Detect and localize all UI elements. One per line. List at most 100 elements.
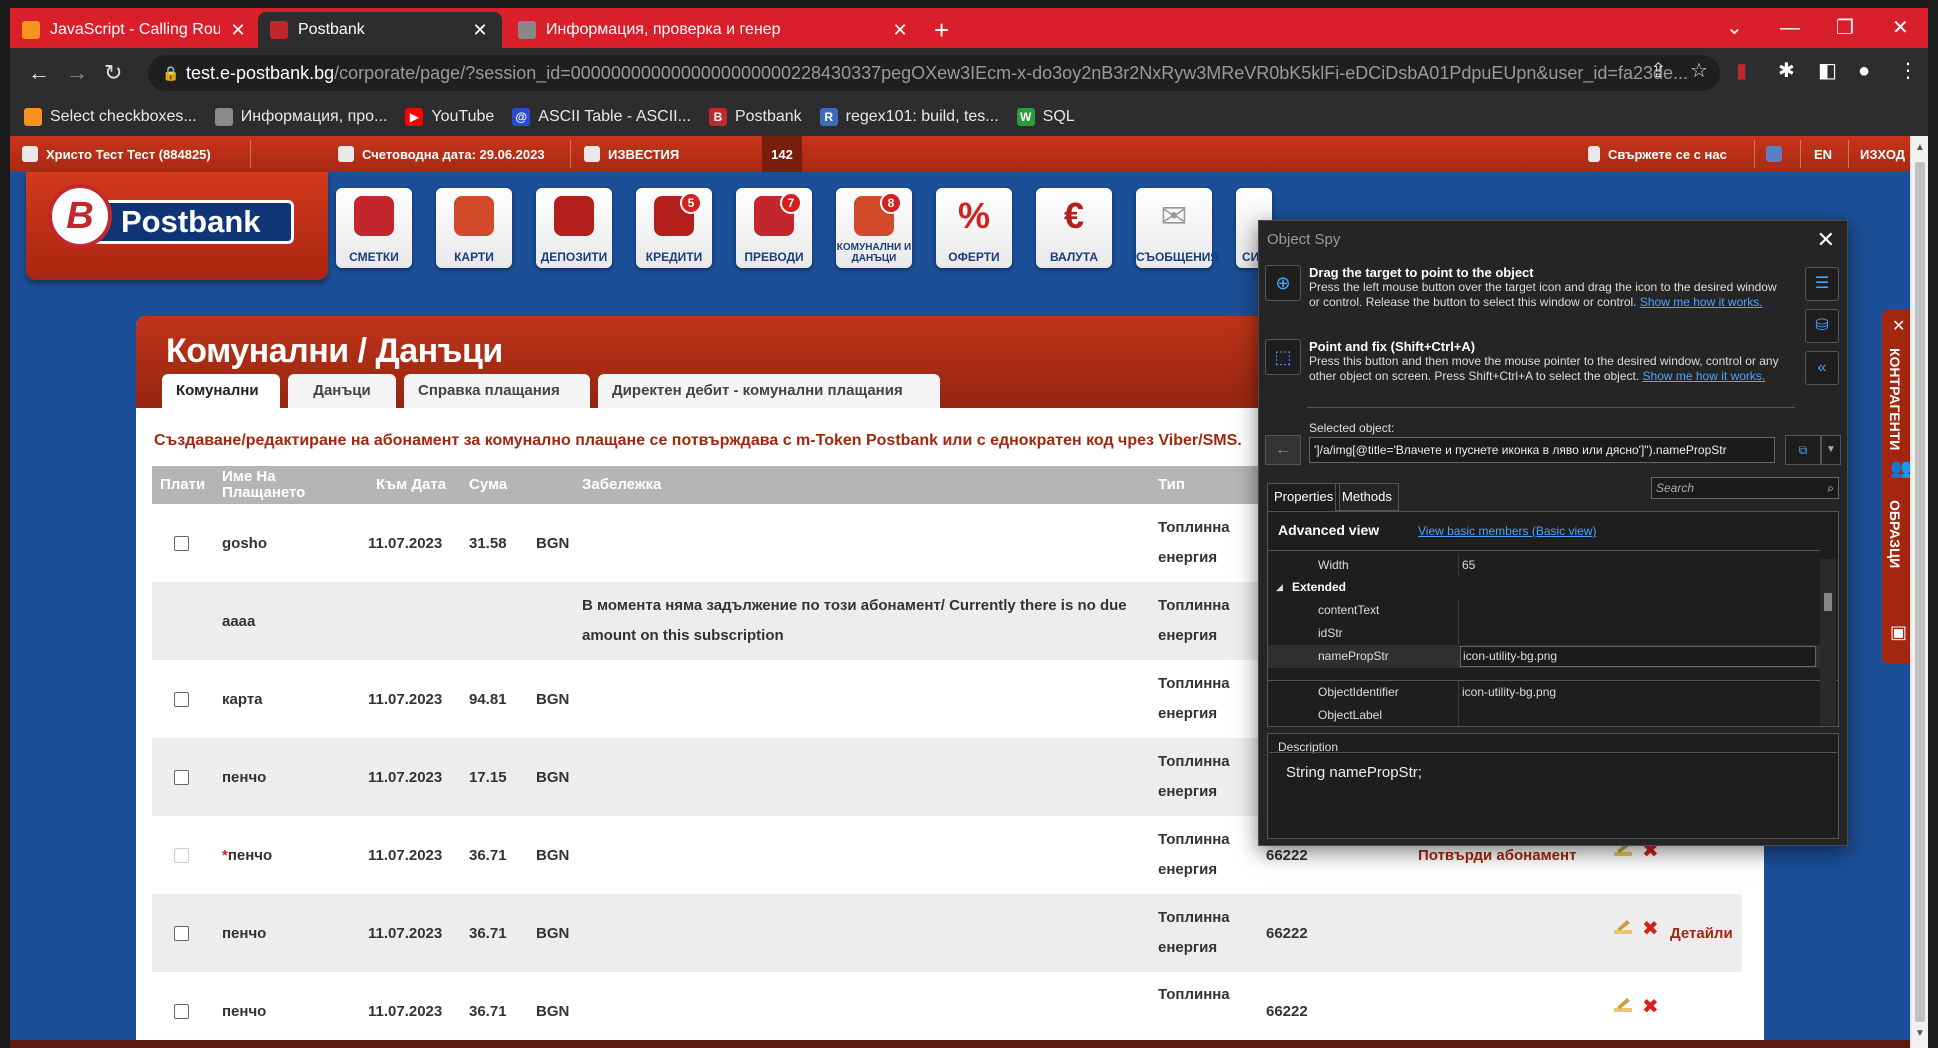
help-button[interactable] (1766, 136, 1782, 172)
property-row[interactable]: ObjectIdentifier icon-utility-bg.png (1268, 681, 1820, 704)
news-link[interactable]: ИЗВЕСТИЯ (584, 136, 679, 172)
tab-taxes[interactable]: Данъци (288, 374, 396, 408)
property-value-editor[interactable]: icon-utility-bg.png (1460, 646, 1816, 667)
selected-object-field[interactable]: ']/a/img[@title='Влачете и пуснете иконк… (1309, 437, 1775, 463)
tab-direct-debit[interactable]: Директен дебит - комунални плащания (598, 374, 940, 408)
scroll-up-icon[interactable]: ▲ (1915, 142, 1925, 153)
nav-accounts[interactable]: СМЕТКИ (336, 188, 412, 268)
collapse-triangle-icon[interactable]: ◢ (1276, 576, 1283, 599)
scroll-thumb[interactable] (1824, 593, 1832, 611)
profile-avatar-icon[interactable]: ● (1858, 60, 1870, 82)
page-scrollbar[interactable]: ▲ ▼ (1910, 136, 1928, 1048)
close-tab-icon[interactable]: ✕ (228, 20, 248, 41)
nav-offers[interactable]: % ОФЕРТИ (936, 188, 1012, 268)
tab-payment-report[interactable]: Справка плащания (404, 374, 590, 408)
table-row: пенчо 11.07.2023 36.71 BGN Топлинна енерг… (152, 894, 1742, 972)
pay-checkbox[interactable] (174, 536, 189, 551)
bookmark-postbank[interactable]: B Postbank (708, 108, 802, 126)
edit-icon[interactable] (1612, 996, 1634, 1014)
nav-currency[interactable]: € ВАЛУТА (1036, 188, 1112, 268)
tab-properties[interactable]: Properties (1267, 483, 1341, 511)
scroll-down-icon[interactable]: ▼ (1915, 1028, 1925, 1039)
browser-tab-postbank[interactable]: Postbank ✕ (258, 12, 502, 48)
edit-icon[interactable] (1612, 918, 1634, 936)
back-arrow-icon[interactable]: ← (1265, 435, 1301, 465)
tree-view-icon[interactable]: ☰ (1805, 267, 1839, 301)
share-icon[interactable]: ⇪ (1650, 60, 1667, 82)
restore-icon[interactable]: ❐ (1836, 18, 1854, 38)
close-tab-icon[interactable]: ✕ (470, 20, 490, 41)
pay-checkbox[interactable] (174, 926, 189, 941)
bookmark-youtube[interactable]: ▶ YouTube (405, 108, 494, 126)
minimize-icon[interactable]: — (1780, 18, 1800, 38)
property-row-selected[interactable]: namePropStr icon-utility-bg.png (1268, 645, 1820, 668)
menu-kebab-icon[interactable]: ⋮ (1898, 60, 1918, 82)
browser-tab-javascript[interactable]: JavaScript - Calling Routines and ✕ (10, 12, 260, 48)
bookmark-star-icon[interactable]: ☆ (1690, 60, 1708, 82)
extended-group[interactable]: ◢ Extended (1268, 576, 1820, 599)
extension-icon[interactable]: ▮ (1736, 60, 1747, 82)
forward-icon[interactable]: → (66, 61, 88, 85)
tab-search-icon[interactable]: ⌄ (1726, 18, 1743, 38)
drag-show-me-link[interactable]: Show me how it works. (1640, 295, 1763, 309)
bookmark-info[interactable]: Информация, про... (214, 108, 387, 126)
basic-view-link[interactable]: View basic members (Basic view) (1418, 524, 1597, 538)
property-row[interactable]: contentText (1268, 599, 1820, 622)
properties-scrollbar[interactable] (1820, 559, 1836, 725)
close-tab-icon[interactable]: ✕ (890, 20, 910, 41)
nav-deposits[interactable]: ДЕПОЗИТИ (536, 188, 612, 268)
bookmark-sql[interactable]: W SQL (1016, 108, 1075, 126)
property-row[interactable]: Width 65 (1268, 554, 1820, 577)
details-link[interactable]: Детайли (1670, 894, 1733, 972)
tab-title: Информация, проверка и генер (546, 21, 781, 38)
logout-button[interactable]: ИЗХОД (1860, 136, 1905, 172)
target-icon[interactable]: ⊕ (1265, 265, 1301, 301)
nav-messages[interactable]: ✉ СЪОБЩЕНИЯ (1136, 188, 1219, 268)
browser-tab-info[interactable]: Информация, проверка и генер ✕ (506, 12, 922, 48)
bookmark-select-checkboxes[interactable]: Select checkboxes... (24, 108, 197, 126)
property-row[interactable]: ObjectLabel (1268, 704, 1820, 726)
delete-icon[interactable]: ✖ (1642, 916, 1659, 941)
nav-transfers[interactable]: 7 ПРЕВОДИ (736, 188, 812, 268)
bookmark-ascii[interactable]: @ ASCII Table - ASCII... (512, 108, 691, 126)
close-window-icon[interactable]: ✕ (1892, 18, 1909, 38)
side-tab-templates[interactable]: ОБРАЗЦИ (1887, 500, 1903, 568)
collapse-icon[interactable]: « (1805, 351, 1839, 385)
repository-icon[interactable]: ⛁ (1805, 309, 1839, 343)
side-tab-counterparties[interactable]: КОНТРАГЕНТИ (1887, 348, 1903, 450)
logo-wordmark: Postbank (86, 200, 294, 244)
pay-checkbox[interactable] (174, 770, 189, 785)
tab-favicon-icon (518, 21, 536, 39)
nav-utilities-taxes[interactable]: 8 КОМУНАЛНИ И ДАНЪЦИ (836, 188, 912, 268)
calendar-icon (338, 146, 354, 162)
user-info[interactable]: Христо Тест Тест (884825) (22, 136, 211, 172)
address-bar[interactable]: 🔒 test.e-postbank.bg/corporate/page/?ses… (148, 55, 1720, 91)
close-icon[interactable]: ✕ (1817, 227, 1835, 253)
language-switch[interactable]: EN (1814, 136, 1832, 172)
point-show-me-link[interactable]: Show me how it works. (1643, 369, 1766, 383)
copy-icon[interactable]: ⧉ (1785, 435, 1821, 465)
nav-credits[interactable]: 5 КРЕДИТИ (636, 188, 712, 268)
property-row[interactable]: idStr (1268, 622, 1820, 645)
back-icon[interactable]: ← (28, 61, 50, 85)
side-panel-icon[interactable]: ◧ (1818, 60, 1837, 82)
delete-icon[interactable]: ✖ (1642, 994, 1659, 1019)
extensions-puzzle-icon[interactable]: ✱ (1778, 60, 1795, 82)
bookmark-regex101[interactable]: Rregex101: build, tes... (819, 108, 999, 126)
close-side-icon[interactable]: ✕ (1892, 316, 1905, 336)
pay-checkbox[interactable] (174, 1004, 189, 1019)
postbank-logo[interactable]: Postbank B (48, 182, 294, 254)
tab-utilities[interactable]: Комунални (162, 374, 280, 408)
point-fix-icon[interactable]: ⬚ (1265, 339, 1301, 375)
pay-checkbox[interactable] (174, 692, 189, 707)
new-tab-icon[interactable]: + (934, 16, 949, 44)
contact-link[interactable]: Свържете се с нас (1588, 136, 1727, 172)
search-input[interactable]: Search ⌕ (1651, 477, 1839, 499)
reload-icon[interactable]: ↻ (104, 61, 122, 85)
type-line1: Топлинна (1158, 831, 1230, 848)
chevron-down-icon[interactable]: ▼ (1821, 435, 1841, 465)
news-count-badge[interactable]: 142 (762, 136, 802, 172)
scroll-thumb[interactable] (1915, 162, 1925, 1022)
nav-cards[interactable]: КАРТИ (436, 188, 512, 268)
tab-methods[interactable]: Methods (1335, 483, 1399, 511)
